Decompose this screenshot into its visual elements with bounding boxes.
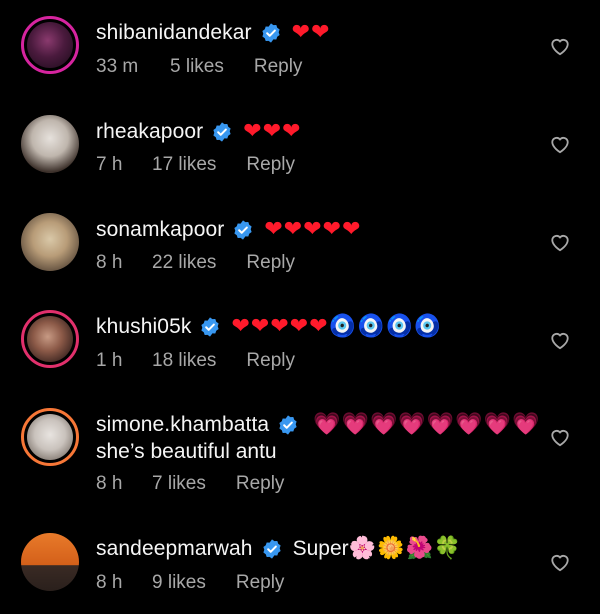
comment-time: 7 h xyxy=(96,154,123,175)
pink-heart-emoji: 💗 xyxy=(341,412,370,437)
nazar-amulet-emoji: 🧿 xyxy=(413,314,442,339)
pink-heart-emoji: 💗 xyxy=(313,412,341,437)
heart-emoji: ❤ xyxy=(270,314,289,339)
heart-emoji: ❤ xyxy=(289,314,309,339)
heart-emoji: ❤ xyxy=(303,217,322,242)
comment-text: Super 🌸 🌼 🌺 🍀 xyxy=(293,537,463,561)
nazar-amulet-emoji: 🧿 xyxy=(357,314,385,339)
pink-heart-emoji: 💗 xyxy=(426,412,455,437)
reply-button[interactable]: Reply xyxy=(246,154,295,176)
comment-text: 💗 💗 💗 💗 💗 💗 💗 💗 xyxy=(313,414,540,436)
reply-button[interactable]: Reply xyxy=(236,572,285,594)
comment-time: 33 m xyxy=(96,56,139,77)
avatar[interactable] xyxy=(21,115,79,173)
comment-text: ❤ ❤ xyxy=(292,22,331,44)
heart-outline-icon[interactable] xyxy=(549,36,571,56)
heart-outline-icon[interactable] xyxy=(549,330,571,350)
verified-badge-icon xyxy=(262,539,281,559)
heart-emoji: ❤ xyxy=(262,119,282,144)
comment-text: ❤ ❤ ❤ ❤ ❤ xyxy=(264,219,361,241)
four-leaf-clover-emoji: 🍀 xyxy=(433,536,462,561)
reply-button[interactable]: Reply xyxy=(246,350,295,372)
nazar-amulet-emoji: 🧿 xyxy=(385,314,413,339)
verified-badge-icon xyxy=(201,317,220,337)
username[interactable]: khushi05k xyxy=(96,315,191,339)
pink-heart-emoji: 💗 xyxy=(512,412,540,437)
heart-emoji: ❤ xyxy=(243,119,262,144)
reply-button[interactable]: Reply xyxy=(254,56,303,78)
likes-count[interactable]: 17 likes xyxy=(152,154,216,176)
likes-count[interactable]: 5 likes xyxy=(170,56,224,78)
avatar[interactable] xyxy=(21,213,79,271)
heart-emoji: ❤ xyxy=(342,217,361,242)
comment-body: she’s beautiful antu xyxy=(96,440,277,463)
heart-outline-icon[interactable] xyxy=(549,427,571,447)
username[interactable]: rheakapoor xyxy=(96,120,203,144)
reply-button[interactable]: Reply xyxy=(246,252,295,274)
likes-count[interactable]: 18 likes xyxy=(152,350,216,372)
heart-outline-icon[interactable] xyxy=(549,232,571,252)
heart-emoji: ❤ xyxy=(250,314,270,339)
heart-emoji: ❤ xyxy=(264,217,283,242)
blossom-emoji: 🌼 xyxy=(377,536,405,561)
heart-outline-icon[interactable] xyxy=(549,552,571,572)
pink-heart-emoji: 💗 xyxy=(398,412,426,437)
avatar[interactable] xyxy=(21,408,79,466)
comment-text: ❤ ❤ ❤ ❤ ❤ 🧿 🧿 🧿 🧿 xyxy=(231,316,442,338)
heart-emoji: ❤ xyxy=(322,217,342,242)
heart-emoji: ❤ xyxy=(311,20,330,45)
heart-emoji: ❤ xyxy=(283,217,303,242)
username[interactable]: sandeepmarwah xyxy=(96,537,253,561)
username[interactable]: shibanidandekar xyxy=(96,21,252,45)
comment-time: 8 h xyxy=(96,473,123,494)
heart-emoji: ❤ xyxy=(282,119,301,144)
comment-time: 1 h xyxy=(96,350,123,371)
pink-heart-emoji: 💗 xyxy=(370,412,398,437)
heart-emoji: ❤ xyxy=(231,314,250,339)
likes-count[interactable]: 22 likes xyxy=(152,252,216,274)
hibiscus-emoji: 🌺 xyxy=(405,536,433,561)
verified-badge-icon xyxy=(279,415,297,435)
heart-emoji: ❤ xyxy=(309,314,328,339)
comment-time: 8 h xyxy=(96,572,123,593)
comment-text: ❤ ❤ ❤ xyxy=(243,121,301,143)
avatar[interactable] xyxy=(21,16,79,74)
verified-badge-icon xyxy=(262,23,280,43)
pink-heart-emoji: 💗 xyxy=(483,412,512,437)
verified-badge-icon xyxy=(234,220,252,240)
cherry-blossom-emoji: 🌸 xyxy=(348,536,377,561)
likes-count[interactable]: 9 likes xyxy=(152,572,206,594)
comment-text-prefix: Super xyxy=(292,537,349,560)
username[interactable]: sonamkapoor xyxy=(96,218,224,242)
heart-outline-icon[interactable] xyxy=(549,134,571,154)
pink-heart-emoji: 💗 xyxy=(455,412,483,437)
nazar-amulet-emoji: 🧿 xyxy=(328,314,357,339)
avatar[interactable] xyxy=(21,310,79,368)
likes-count[interactable]: 7 likes xyxy=(152,473,206,495)
reply-button[interactable]: Reply xyxy=(236,473,285,495)
heart-emoji: ❤ xyxy=(291,20,311,45)
username[interactable]: simone.khambatta xyxy=(96,413,269,437)
avatar[interactable] xyxy=(21,533,79,591)
verified-badge-icon xyxy=(213,122,231,142)
comment-time: 8 h xyxy=(96,252,123,273)
